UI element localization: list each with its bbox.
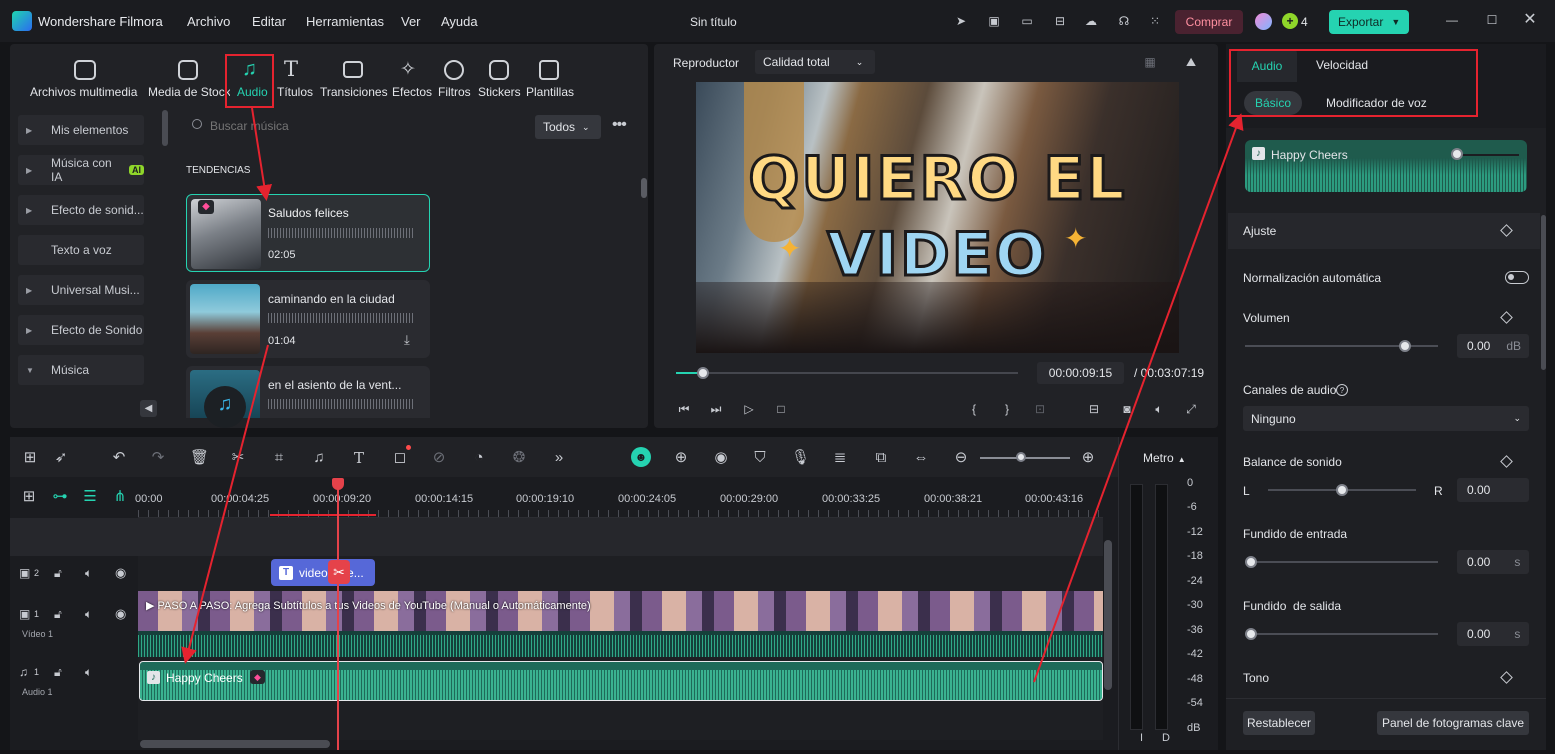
arrow-card-to-timeline: [181, 344, 269, 664]
arrow-audio-to-card: [251, 107, 273, 201]
arrow-timeline-to-panel: [1033, 113, 1244, 683]
annotation-arrows: [181, 107, 1244, 683]
